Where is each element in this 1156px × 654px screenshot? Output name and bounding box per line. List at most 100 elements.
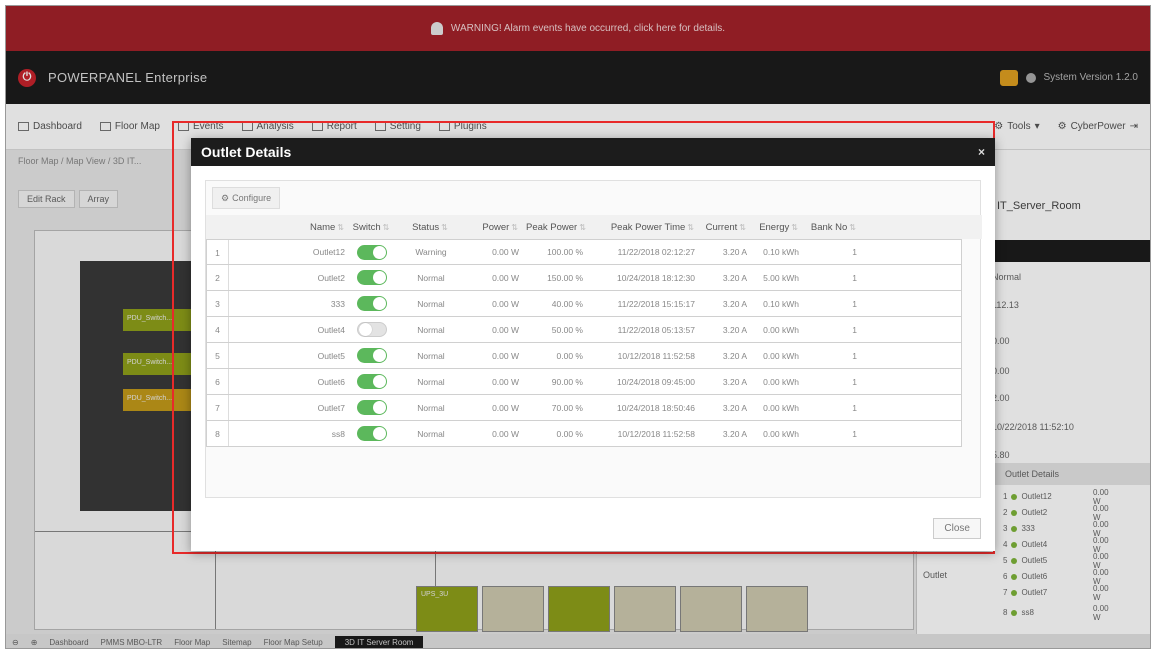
cell-power: 0.00 W xyxy=(492,350,519,361)
cell-energy: 0.00 kWh xyxy=(763,402,799,413)
cell-bank-no: 1 xyxy=(852,402,857,413)
table-row[interactable]: 7 Outlet7 Normal 0.00 W 70.00 % 10/24/2018 18… xyxy=(206,395,962,421)
sort-icon: ⇅ xyxy=(441,222,448,232)
cell-energy: 0.00 kWh xyxy=(763,428,799,439)
col-header-switch[interactable]: Switch ⇅ xyxy=(348,222,394,233)
cell-name: Outlet12 xyxy=(312,247,345,257)
cell-energy: 0.00 kWh xyxy=(763,324,799,335)
sort-icon: ⇅ xyxy=(739,222,746,232)
configure-button[interactable]: ⚙ Configure xyxy=(212,187,281,209)
cell-status: Normal xyxy=(417,376,445,387)
cell-status: Normal xyxy=(417,350,445,361)
cell-switch xyxy=(349,374,395,389)
col-header-peak-power-time[interactable]: Peak Power Time ⇅ xyxy=(586,222,698,233)
table-row[interactable]: 3 333 Normal 0.00 W 40.00 % 11/22/2018 15:15:… xyxy=(206,291,962,317)
table-row[interactable]: 1 Outlet12 Warning 0.00 W 100.00 % 11/22/2018… xyxy=(206,239,962,265)
col-label: Status xyxy=(412,221,440,233)
col-header-current[interactable]: Current ⇅ xyxy=(698,222,750,233)
col-header-name[interactable]: Name ⇅ xyxy=(228,222,348,233)
col-header-power[interactable]: Power ⇅ xyxy=(466,222,522,233)
cell-status: Normal xyxy=(417,402,445,413)
cell-current: 3.20 A xyxy=(722,376,747,387)
col-header-energy[interactable]: Energy ⇅ xyxy=(750,222,802,233)
row-index: 7 xyxy=(207,395,229,420)
switch-toggle[interactable] xyxy=(357,270,387,285)
cell-energy: 0.10 kWh xyxy=(763,298,799,309)
switch-toggle[interactable] xyxy=(357,348,387,363)
table-body: 1 Outlet12 Warning 0.00 W 100.00 % 11/22/2018… xyxy=(206,239,982,447)
table-row[interactable]: 6 Outlet6 Normal 0.00 W 90.00 % 10/24/2018 09… xyxy=(206,369,962,395)
cell-current: 3.20 A xyxy=(722,402,747,413)
col-label: Peak Power xyxy=(526,221,578,233)
cell-peak-time: 10/24/2018 18:50:46 xyxy=(617,402,695,413)
cell-power: 0.00 W xyxy=(492,376,519,387)
col-header-status[interactable]: Status ⇅ xyxy=(394,222,466,233)
col-label: Energy xyxy=(759,221,790,233)
cell-switch xyxy=(349,426,395,441)
row-index: 4 xyxy=(207,317,229,342)
cell-name: Outlet5 xyxy=(317,350,345,361)
switch-toggle[interactable] xyxy=(357,374,387,389)
col-label: Name xyxy=(309,221,336,233)
cell-peak-power: 50.00 % xyxy=(551,324,583,335)
outlet-details-modal: Outlet Details × ⚙ Configure Name ⇅ Switc… xyxy=(191,138,995,551)
cell-name: Outlet4 xyxy=(317,324,345,335)
switch-toggle[interactable] xyxy=(357,296,387,311)
cell-switch xyxy=(349,270,395,285)
switch-toggle[interactable] xyxy=(357,322,387,337)
cell-peak-power: 150.00 % xyxy=(547,272,583,283)
cell-status: Normal xyxy=(417,298,445,309)
col-label: Bank No xyxy=(810,221,848,233)
close-icon[interactable]: × xyxy=(978,145,985,159)
cell-power: 0.00 W xyxy=(492,324,519,335)
cell-peak-time: 11/22/2018 15:15:17 xyxy=(617,298,695,309)
cell-current: 3.20 A xyxy=(722,247,747,257)
cell-switch xyxy=(349,244,395,260)
cell-power: 0.00 W xyxy=(492,298,519,309)
cell-peak-time: 10/24/2018 18:12:30 xyxy=(617,272,695,283)
table-row[interactable]: 5 Outlet5 Normal 0.00 W 0.00 % 10/12/2018 11:… xyxy=(206,343,962,369)
sort-icon: ⇅ xyxy=(849,222,856,232)
cell-current: 3.20 A xyxy=(722,428,747,439)
close-button[interactable]: Close xyxy=(933,518,981,539)
row-index: 6 xyxy=(207,369,229,394)
col-header-index xyxy=(206,215,228,239)
table-row[interactable]: 2 Outlet2 Normal 0.00 W 150.00 % 10/24/2018 1… xyxy=(206,265,962,291)
col-header-peak-power[interactable]: Peak Power ⇅ xyxy=(522,222,586,233)
cell-name: Outlet7 xyxy=(317,402,345,413)
gear-icon: ⚙ xyxy=(221,192,230,203)
cell-current: 3.20 A xyxy=(722,350,747,361)
col-label: Switch xyxy=(352,221,381,233)
cell-energy: 0.10 kWh xyxy=(763,247,799,257)
col-header-bank-no[interactable]: Bank No ⇅ xyxy=(802,222,860,233)
cell-bank-no: 1 xyxy=(852,350,857,361)
cell-bank-no: 1 xyxy=(852,324,857,335)
cell-switch xyxy=(349,400,395,415)
switch-toggle[interactable] xyxy=(357,400,387,415)
modal-body: ⚙ Configure Name ⇅ Switch ⇅ Status ⇅ Power ⇅… xyxy=(205,180,982,498)
cell-power: 0.00 W xyxy=(492,428,519,439)
cell-name: ss8 xyxy=(331,428,345,439)
switch-toggle[interactable] xyxy=(357,426,387,441)
cell-power: 0.00 W xyxy=(492,272,519,283)
table-row[interactable]: 4 Outlet4 Normal 0.00 W 50.00 % 11/22/2018 05… xyxy=(206,317,962,343)
cell-name: 333 xyxy=(330,298,345,309)
cell-energy: 0.00 kWh xyxy=(763,376,799,387)
table-header: Name ⇅ Switch ⇅ Status ⇅ Power ⇅ Peak Power ⇅… xyxy=(206,215,982,239)
cell-switch xyxy=(349,348,395,363)
sort-icon: ⇅ xyxy=(687,222,694,232)
cell-bank-no: 1 xyxy=(852,247,857,257)
cell-status: Normal xyxy=(417,324,445,335)
cell-power: 0.00 W xyxy=(492,247,519,257)
sort-icon: ⇅ xyxy=(511,222,518,232)
cell-bank-no: 1 xyxy=(852,376,857,387)
cell-peak-power: 40.00 % xyxy=(551,298,583,309)
cell-peak-power: 0.00 % xyxy=(556,428,583,439)
cell-name: Outlet2 xyxy=(317,272,345,283)
cell-bank-no: 1 xyxy=(852,428,857,439)
cell-bank-no: 1 xyxy=(852,298,857,309)
table-row[interactable]: 8 ss8 Normal 0.00 W 0.00 % 10/12/2018 11:52:5… xyxy=(206,421,962,447)
switch-toggle[interactable] xyxy=(357,244,387,260)
cell-peak-time: 10/12/2018 11:52:58 xyxy=(617,428,695,439)
sort-icon: ⇅ xyxy=(382,222,390,232)
